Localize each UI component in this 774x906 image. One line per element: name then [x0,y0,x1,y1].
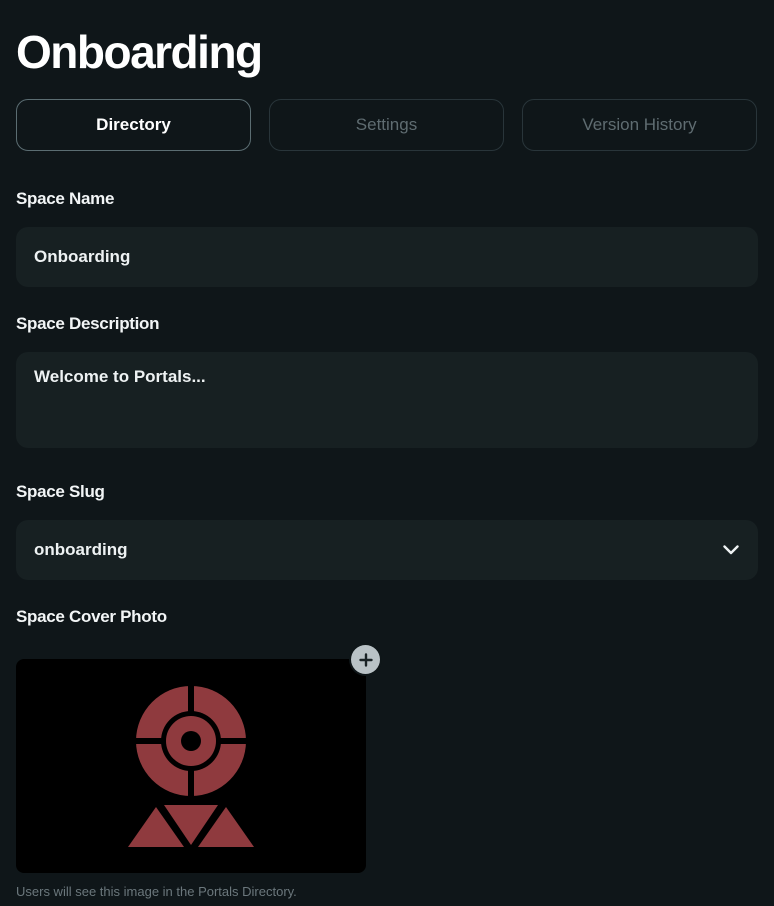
space-slug-select[interactable]: onboarding [16,520,758,580]
space-slug-label: Space Slug [16,482,105,501]
tab-version-history[interactable]: Version History [522,99,757,151]
space-name-input[interactable]: Onboarding [16,227,758,287]
portals-logo [128,686,254,847]
space-slug-value: onboarding [34,540,128,559]
tab-settings[interactable]: Settings [269,99,504,151]
cover-photo-caption: Users will see this image in the Portals… [16,884,297,899]
space-cover-photo-label: Space Cover Photo [16,607,167,626]
space-description-label: Space Description [16,314,160,333]
tab-directory[interactable]: Directory [16,99,251,151]
plus-icon [358,652,373,667]
tab-bar: Directory Settings Version History [16,99,757,151]
page-title: Onboarding [16,26,263,78]
space-description-input[interactable]: Welcome to Portals... [16,352,758,448]
cover-photo[interactable] [16,659,366,873]
space-name-label: Space Name [16,189,115,208]
chevron-down-icon[interactable] [722,541,740,559]
add-cover-photo-button[interactable] [351,645,380,674]
